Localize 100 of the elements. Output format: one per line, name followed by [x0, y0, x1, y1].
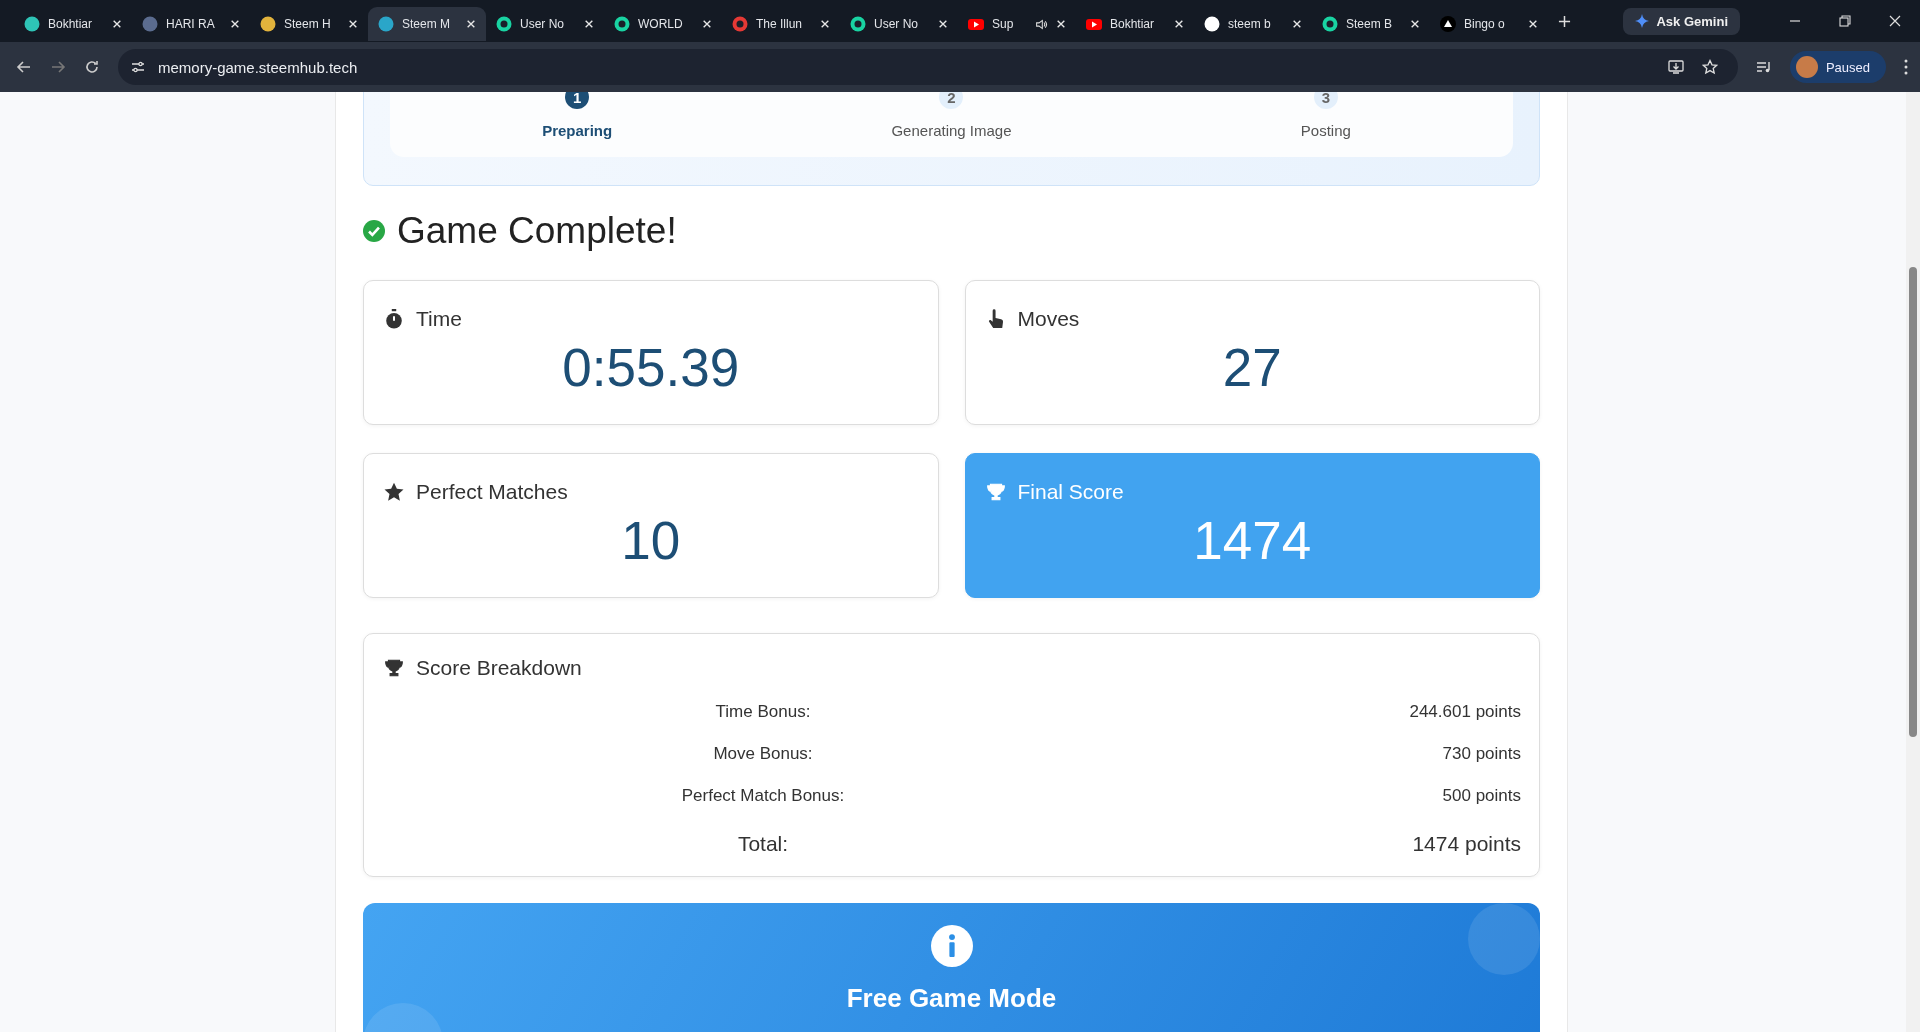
favicon-icon: [614, 16, 630, 32]
stat-label: Perfect Matches: [416, 480, 568, 504]
step-label: Posting: [1300, 122, 1351, 139]
breakdown-label: Total:: [736, 832, 790, 856]
browser-tab[interactable]: Sup: [958, 7, 1076, 41]
favicon-icon: [1322, 16, 1338, 32]
stat-label: Time: [416, 307, 462, 331]
media-queue-icon[interactable]: [1755, 59, 1772, 75]
install-icon[interactable]: [1667, 59, 1684, 75]
close-tab-icon[interactable]: [348, 19, 358, 29]
step-number: 3: [1313, 92, 1338, 109]
browser-tab[interactable]: WORLD: [604, 7, 722, 41]
browser-tab[interactable]: Bokhtiar: [14, 7, 132, 41]
tab-title: Bingo o: [1464, 17, 1506, 31]
breakdown-label: Time Bonus:: [714, 702, 812, 722]
close-tab-icon[interactable]: [938, 19, 948, 29]
browser-tab[interactable]: HARI RA: [132, 7, 250, 41]
breakdown-value: 1474 points: [1411, 832, 1521, 856]
tab-title: Steem M: [402, 17, 451, 31]
stat-label: Moves: [1017, 307, 1080, 331]
step-label: Generating Image: [891, 122, 1012, 139]
browser-tab[interactable]: Steem B: [1312, 7, 1430, 41]
tab-title: Steem H: [284, 17, 332, 31]
close-tab-icon[interactable]: [820, 19, 830, 29]
favicon-icon: [1440, 16, 1456, 32]
url-text: memory-game.steemhub.tech: [158, 58, 358, 76]
tab-title: Sup: [992, 17, 1015, 31]
step-number: 2: [939, 92, 964, 109]
trophy-icon: [384, 658, 404, 678]
notice-title: Free Game Mode: [846, 983, 1057, 1014]
avatar-icon: [1795, 56, 1818, 78]
check-circle-icon: [363, 220, 385, 242]
tab-title: WORLD: [638, 17, 684, 31]
address-bar[interactable]: memory-game.steemhub.tech: [118, 49, 1738, 85]
browser-tab[interactable]: Steem H: [250, 7, 368, 41]
stat-value: 1474: [1192, 510, 1313, 571]
forward-arrow-icon[interactable]: [50, 59, 66, 75]
scrollbar-thumb[interactable]: [1909, 267, 1917, 737]
favicon-icon: [260, 16, 276, 32]
restore-icon[interactable]: [1839, 15, 1851, 27]
browser-tab[interactable]: User No: [486, 7, 604, 41]
favicon-icon: [732, 16, 748, 32]
favicon-icon: [968, 16, 984, 32]
browser-tab[interactable]: steem b: [1194, 7, 1312, 41]
browser-tab[interactable]: Bingo o: [1430, 7, 1548, 41]
new-tab-icon[interactable]: [1558, 14, 1571, 28]
stopwatch-icon: [384, 309, 404, 329]
browser-tab[interactable]: User No: [840, 7, 958, 41]
browser-tab[interactable]: Bokhtiar: [1076, 7, 1194, 41]
ask-gemini-button[interactable]: Ask Gemini: [1623, 7, 1740, 35]
close-tab-icon[interactable]: [702, 19, 712, 29]
breakdown-value: 730 points: [1441, 744, 1521, 764]
breakdown-label: Perfect Match Bonus:: [680, 786, 846, 806]
site-settings-icon[interactable]: [130, 59, 146, 75]
close-tab-icon[interactable]: [112, 19, 122, 29]
close-tab-icon[interactable]: [584, 19, 594, 29]
stat-value: 10: [620, 510, 682, 571]
profile-button[interactable]: Paused: [1789, 51, 1886, 83]
stat-label: Final Score: [1017, 480, 1124, 504]
tab-title: User No: [874, 17, 919, 31]
tab-title: Steem B: [1346, 17, 1394, 31]
tab-title: The Illun: [756, 17, 804, 31]
back-arrow-icon[interactable]: [16, 59, 32, 75]
tab-title: steem b: [1228, 17, 1272, 31]
close-tab-icon[interactable]: [1174, 19, 1184, 29]
close-icon[interactable]: [1889, 15, 1901, 27]
browser-tab[interactable]: The Illun: [722, 7, 840, 41]
close-tab-icon[interactable]: [1292, 19, 1302, 29]
page-heading: Game Complete!: [397, 210, 677, 252]
close-tab-icon[interactable]: [1410, 19, 1420, 29]
tab-title: User No: [520, 17, 565, 31]
stat-value: 27: [1221, 337, 1283, 398]
favicon-icon: [24, 16, 40, 32]
info-icon: [930, 925, 973, 967]
browser-tab[interactable]: Steem M: [368, 7, 486, 41]
breakdown-title: Score Breakdown: [416, 656, 582, 680]
favicon-icon: [142, 16, 158, 32]
close-tab-icon[interactable]: [466, 19, 476, 29]
favicon-icon: [378, 16, 394, 32]
stat-value: 0:55.39: [561, 337, 741, 398]
menu-icon[interactable]: [1904, 59, 1908, 75]
tab-title: Bokhtiar: [1110, 17, 1156, 31]
favicon-icon: [1086, 16, 1102, 32]
breakdown-value: 500 points: [1441, 786, 1521, 806]
tab-title: HARI RA: [166, 17, 216, 31]
favicon-icon: [496, 16, 512, 32]
step-number: 1: [565, 92, 590, 109]
close-tab-icon[interactable]: [1528, 19, 1538, 29]
reload-icon[interactable]: [84, 59, 100, 75]
speaker-icon[interactable]: [1035, 17, 1048, 31]
sparkle-icon: [1635, 14, 1650, 28]
breakdown-value: 244.601 points: [1408, 702, 1521, 722]
close-tab-icon[interactable]: [230, 19, 240, 29]
star-icon: [384, 482, 404, 502]
trophy-icon: [985, 482, 1006, 502]
close-tab-icon[interactable]: [1056, 19, 1066, 29]
breakdown-label: Move Bonus:: [712, 744, 814, 764]
step-label: Preparing: [542, 122, 613, 139]
tab-title: Bokhtiar: [48, 17, 94, 31]
star-icon[interactable]: [1701, 59, 1718, 75]
